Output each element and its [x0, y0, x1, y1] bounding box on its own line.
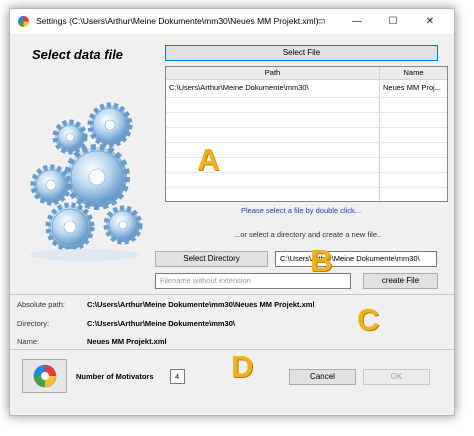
create-file-button[interactable]: create File	[363, 273, 438, 289]
settings-window: Settings (C:\Users\Arthur\Meine Dokument…	[9, 8, 455, 416]
directory-field[interactable]: C:\Users\Arthur\Meine Dokumente\mm30\	[275, 251, 437, 267]
row-divider	[166, 97, 447, 98]
name-value: Neues MM Projekt.xml	[87, 337, 167, 346]
title-bar: Settings (C:\Users\Arthur\Meine Dokument…	[10, 9, 454, 34]
absolute-path-value: C:\Users\Arthur\Meine Dokumente\mm30\Neu…	[87, 300, 315, 309]
directory-value: C:\Users\Arthur\Meine Dokumente\mm30\	[87, 319, 235, 328]
app-logo-icon	[18, 16, 29, 27]
column-divider	[379, 67, 380, 201]
annotation-c: C	[357, 302, 380, 337]
row-divider	[166, 112, 447, 113]
motivator-wheel-button[interactable]	[22, 359, 67, 393]
motivators-label: Number of Motivators	[76, 372, 154, 381]
row-divider	[166, 127, 447, 128]
minimize-button[interactable]: —	[342, 11, 372, 32]
window-title: Settings (C:\Users\Arthur\Meine Dokument…	[36, 16, 319, 26]
absolute-path-label: Absolute path:	[17, 300, 65, 309]
close-button[interactable]: ✕	[415, 11, 445, 32]
file-table: Path Name C:\Users\Arthur\Meine Dokument…	[165, 66, 448, 202]
motivator-wheel-icon	[33, 364, 57, 388]
window-extra-button[interactable]: ▭	[306, 11, 336, 32]
gears-illustration	[30, 102, 143, 261]
motivators-count-field[interactable]: 4	[170, 369, 185, 384]
name-label: Name:	[17, 337, 40, 346]
annotation-a: A	[197, 142, 220, 177]
select-file-hint: Please select a file by double click...	[241, 206, 362, 215]
maximize-button[interactable]: ☐	[378, 11, 408, 32]
row-divider	[166, 187, 447, 188]
table-cell-path: C:\Users\Arthur\Meine Dokumente\mm30\	[169, 83, 309, 92]
column-header-path[interactable]: Path	[166, 67, 379, 80]
table-cell-name: Neues MM Proj...	[383, 83, 441, 92]
select-directory-button[interactable]: Select Directory	[155, 251, 268, 267]
annotation-d: D	[231, 349, 254, 384]
cancel-button[interactable]: Cancel	[289, 369, 356, 385]
page-title: Select data file	[32, 47, 124, 62]
divider	[10, 294, 454, 295]
directory-label: Directory:	[17, 319, 50, 328]
select-file-button[interactable]: Select File	[165, 45, 438, 61]
annotation-b: B	[310, 243, 333, 278]
directory-hint: ...or select a directory and create a ne…	[234, 230, 382, 239]
ok-button[interactable]: OK	[363, 369, 430, 385]
column-header-name[interactable]: Name	[380, 67, 447, 80]
